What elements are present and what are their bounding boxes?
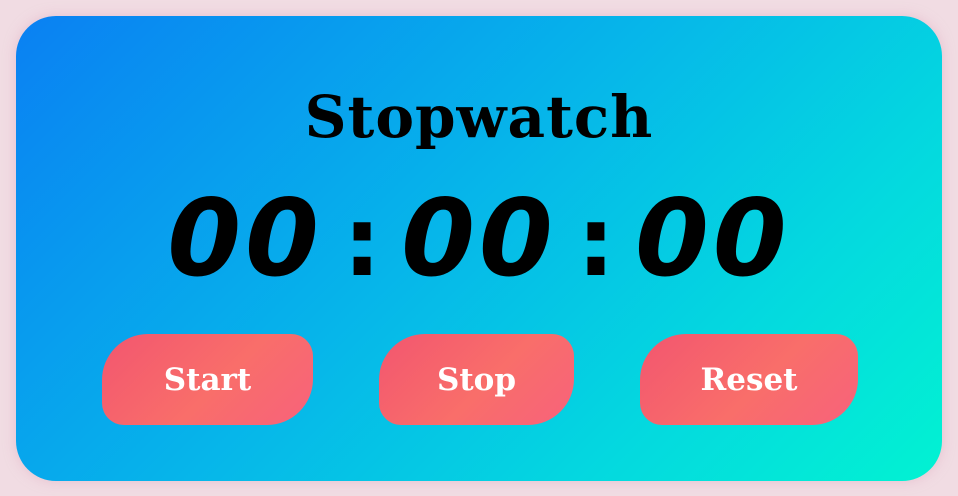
separator: : <box>576 186 616 298</box>
stop-button-label: Stop <box>436 361 517 398</box>
reset-button-label: Reset <box>700 361 798 398</box>
minutes-value: 00 <box>401 177 557 300</box>
stopwatch-card: Stopwatch 00:00:00 Start Stop Reset <box>16 16 942 481</box>
separator: : <box>342 186 382 298</box>
start-button-label: Start <box>163 361 252 398</box>
stopwatch-title: Stopwatch <box>304 83 654 151</box>
hours-value: 00 <box>167 177 323 300</box>
time-display: 00:00:00 <box>16 184 942 325</box>
seconds-value: 00 <box>635 177 791 300</box>
reset-button[interactable]: Reset <box>640 334 858 425</box>
start-button[interactable]: Start <box>102 334 313 425</box>
stop-button[interactable]: Stop <box>379 334 574 425</box>
